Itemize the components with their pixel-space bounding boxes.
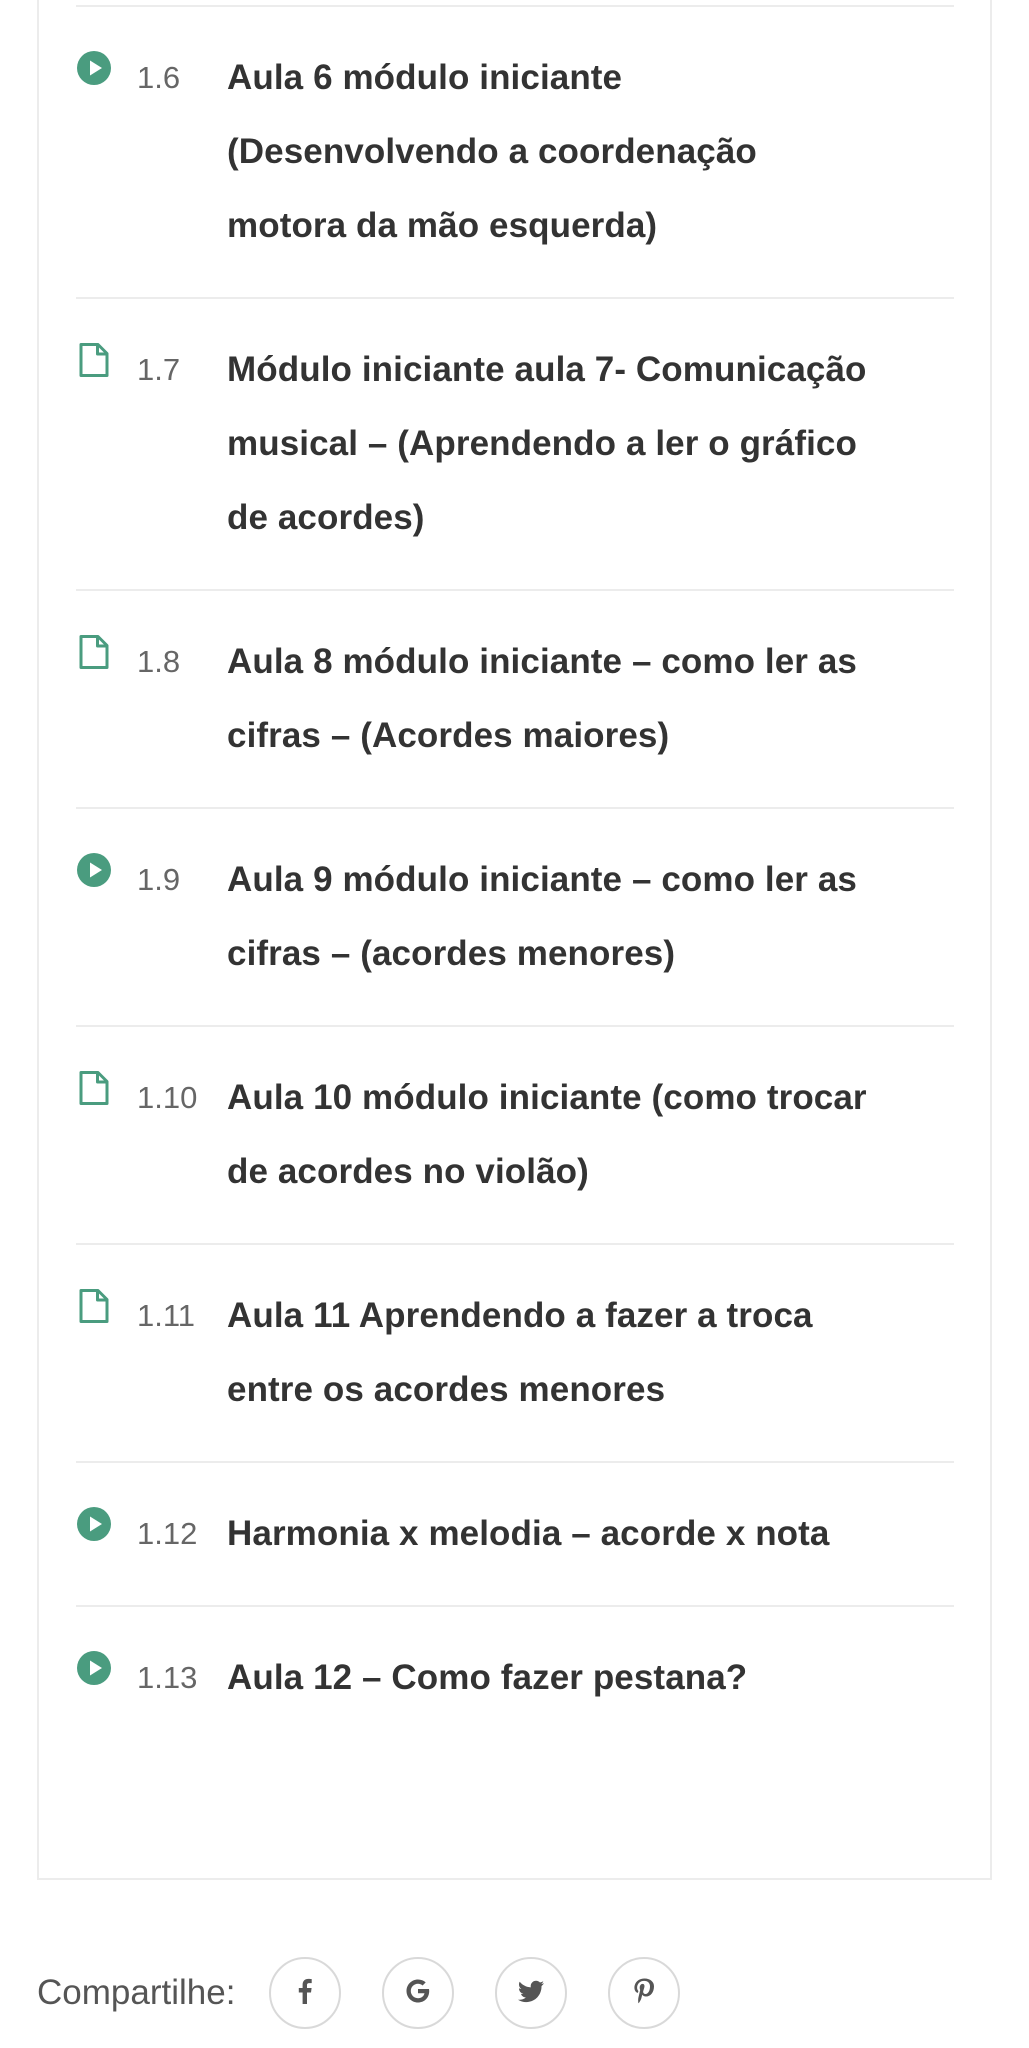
lesson-item[interactable]: 1.6 Aula 6 módulo iniciante (Desenvolven… [76, 7, 954, 299]
share-bar: Compartilhe: [37, 1953, 681, 2033]
lesson-list: 1.6 Aula 6 módulo iniciante (Desenvolven… [76, 7, 954, 1749]
lesson-item[interactable]: 1.9 Aula 9 módulo iniciante – como ler a… [76, 809, 954, 1027]
pinterest-icon [628, 1975, 660, 2012]
share-facebook-button[interactable] [269, 1957, 342, 2029]
google-icon [402, 1975, 434, 2012]
share-google-button[interactable] [382, 1957, 455, 2029]
document-icon [76, 1070, 112, 1106]
lesson-number: 1.8 [137, 644, 181, 679]
share-twitter-button[interactable] [495, 1957, 568, 2029]
share-pinterest-button[interactable] [608, 1957, 681, 2029]
document-icon [76, 1288, 112, 1324]
play-circle-icon [76, 1650, 112, 1686]
lesson-number: 1.10 [137, 1080, 198, 1115]
lesson-title[interactable]: Harmonia x melodia – acorde x nota [227, 1497, 867, 1571]
lesson-title[interactable]: Aula 11 Aprendendo a fazer a troca entre… [227, 1279, 867, 1427]
lesson-item[interactable]: 1.11 Aula 11 Aprendendo a fazer a troca … [76, 1245, 954, 1463]
share-label: Compartilhe: [37, 1973, 236, 2012]
lesson-number: 1.6 [137, 60, 181, 95]
document-icon [76, 634, 112, 670]
lesson-title[interactable]: Aula 6 módulo iniciante (Desenvolvendo a… [227, 41, 867, 263]
play-circle-icon [76, 50, 112, 86]
lesson-number: 1.13 [137, 1660, 198, 1695]
lesson-item[interactable]: 1.7 Módulo iniciante aula 7- Comunicação… [76, 299, 954, 591]
lesson-title[interactable]: Aula 8 módulo iniciante – como ler as ci… [227, 625, 867, 773]
lesson-item[interactable]: 1.13 Aula 12 – Como fazer pestana? [76, 1607, 954, 1749]
play-circle-icon [76, 1506, 112, 1542]
lesson-item[interactable]: 1.8 Aula 8 módulo iniciante – como ler a… [76, 591, 954, 809]
document-icon [76, 342, 112, 378]
lesson-title[interactable]: Aula 9 módulo iniciante – como ler as ci… [227, 843, 867, 991]
play-circle-icon [76, 852, 112, 888]
lesson-number: 1.11 [137, 1298, 196, 1333]
lesson-title[interactable]: Módulo iniciante aula 7- Comunicação mus… [227, 333, 867, 555]
facebook-icon [289, 1975, 321, 2012]
lesson-title[interactable]: Aula 10 módulo iniciante (como trocar de… [227, 1061, 867, 1209]
lesson-item[interactable]: 1.12 Harmonia x melodia – acorde x nota [76, 1463, 954, 1607]
lesson-number: 1.9 [137, 862, 181, 897]
twitter-icon [515, 1975, 547, 2012]
lesson-number: 1.7 [137, 352, 181, 387]
lesson-item[interactable]: 1.10 Aula 10 módulo iniciante (como troc… [76, 1027, 954, 1245]
lesson-number: 1.12 [137, 1516, 198, 1551]
lesson-title[interactable]: Aula 12 – Como fazer pestana? [227, 1641, 867, 1715]
